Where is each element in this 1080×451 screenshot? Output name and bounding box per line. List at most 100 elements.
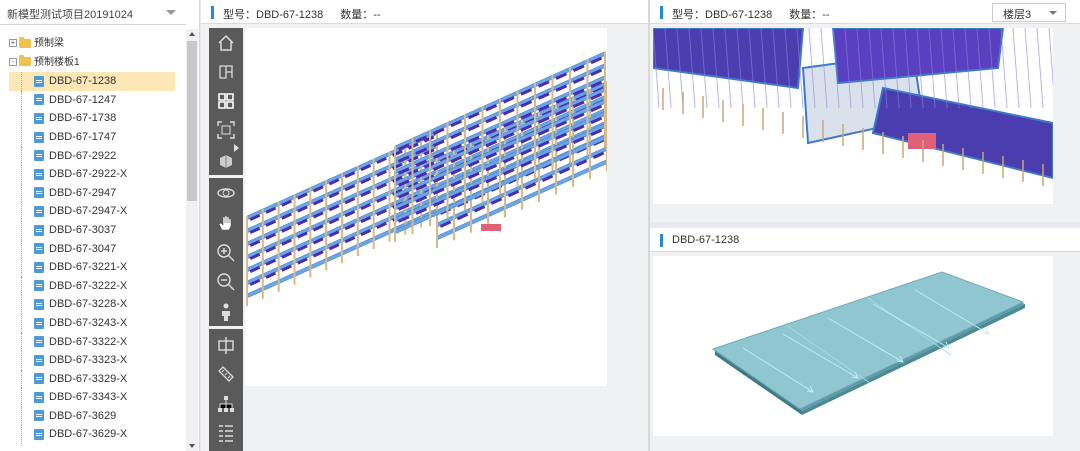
tree-item-label: DBD-67-3222-X — [49, 279, 128, 292]
scrollbar-thumb[interactable] — [187, 41, 197, 201]
tree-item-label: DBD-67-2947-X — [49, 205, 128, 218]
project-select[interactable]: 新模型测试项目20191024 — [0, 0, 186, 25]
tree-item-label: DBD-67-3228-X — [49, 298, 128, 311]
cube-views-icon[interactable] — [215, 149, 237, 171]
folder-icon — [19, 36, 31, 48]
tree-item[interactable]: DBD-67-3343-X — [0, 388, 184, 407]
tree-item[interactable]: DBD-67-3629-X — [0, 425, 184, 445]
tree-item[interactable]: DBD-67-1247 — [0, 90, 184, 110]
document-icon — [34, 354, 44, 366]
scroll-up-icon[interactable] — [189, 32, 195, 36]
3d-model-canvas[interactable] — [245, 28, 608, 386]
tree-item-label: DBD-67-1738 — [49, 112, 117, 125]
tree-item-label: DBD-67-3329-X — [49, 372, 128, 385]
document-icon — [34, 94, 44, 106]
floor-select-value: 楼层3 — [1003, 9, 1032, 21]
document-icon — [34, 168, 44, 180]
document-icon — [34, 280, 44, 292]
model-label: 型号：DBD-67-1238 — [223, 9, 324, 21]
tree-item-label: DBD-67-1238 — [49, 75, 117, 88]
header-accent-bar — [660, 234, 663, 247]
tree-item-label: DBD-67-2947 — [49, 186, 117, 199]
tree-item[interactable]: DBD-67-3322-X — [0, 332, 184, 352]
tree-item[interactable]: DBD-67-3243-X — [0, 313, 184, 333]
component-tree: + 预制梁 - 预制楼板1 DBD-67-1238 DBD-67-1247 DBD-67… — [0, 35, 184, 445]
tree-item[interactable]: DBD-67-3323-X — [0, 351, 184, 370]
floor-plan-canvas[interactable] — [653, 28, 1053, 204]
home-icon[interactable] — [215, 32, 237, 54]
document-icon — [34, 410, 44, 422]
document-icon — [34, 187, 44, 199]
model-tree-icon[interactable] — [215, 393, 237, 415]
header-accent-bar — [660, 6, 663, 19]
tree-item-label: DBD-67-1747 — [49, 130, 117, 143]
document-icon — [34, 391, 44, 403]
tree-item[interactable]: DBD-67-3329-X — [0, 369, 184, 389]
tree-item-label: DBD-67-2922-X — [49, 168, 128, 181]
model-label: 型号：DBD-67-1238 — [672, 9, 773, 21]
tree-item-label: DBD-67-3323-X — [49, 354, 128, 367]
tree-item[interactable]: DBD-67-3037 — [0, 220, 184, 240]
tree-item-label: DBD-67-3221-X — [49, 261, 128, 274]
document-icon — [34, 112, 44, 124]
document-icon — [34, 224, 44, 236]
tree-item[interactable]: DBD-67-1238 — [9, 72, 175, 91]
tree-group-beams[interactable]: + 预制梁 — [0, 35, 184, 54]
count-label: 数量：-- — [340, 9, 381, 21]
viewer-toolbar — [209, 28, 243, 451]
document-icon — [34, 131, 44, 143]
view-front-icon[interactable] — [215, 61, 237, 83]
tree-group-label: 预制楼板1 — [34, 56, 80, 68]
document-icon — [34, 75, 44, 87]
tree-item[interactable]: DBD-67-1747 — [0, 127, 184, 147]
tree-item[interactable]: DBD-67-3228-X — [0, 295, 184, 314]
tree-item[interactable]: DBD-67-1738 — [0, 109, 184, 128]
floor-select[interactable]: 楼层3 — [992, 3, 1066, 22]
document-icon — [34, 429, 44, 441]
project-select-value: 新模型测试项目20191024 — [7, 9, 133, 21]
zoom-in-icon[interactable] — [215, 242, 237, 264]
walk-person-icon[interactable] — [215, 301, 237, 323]
document-icon — [34, 373, 44, 385]
viewer-header: 型号：DBD-67-1238 数量：-- — [201, 0, 648, 24]
section-icon[interactable] — [215, 334, 237, 356]
detail-title: DBD-67-1238 — [672, 234, 740, 246]
properties-list-icon[interactable] — [215, 422, 237, 444]
document-icon — [34, 150, 44, 162]
tree-group-slabs[interactable]: - 预制楼板1 — [0, 54, 184, 73]
orbit-icon[interactable] — [215, 182, 237, 204]
fit-view-icon[interactable] — [215, 119, 237, 141]
component-detail-panel: DBD-67-1238 — [650, 228, 1080, 451]
document-icon — [34, 336, 44, 348]
tree-item[interactable]: DBD-67-2947-X — [0, 202, 184, 221]
floor-plan-header: 型号：DBD-67-1238 数量：-- 楼层3 — [650, 0, 1080, 24]
document-icon — [34, 298, 44, 310]
collapse-icon[interactable]: - — [9, 57, 17, 66]
tree-item[interactable]: DBD-67-2922-X — [0, 165, 184, 184]
tree-item[interactable]: DBD-67-2947 — [0, 183, 184, 203]
tree-item-label: DBD-67-3629-X — [49, 428, 128, 441]
tree-item[interactable]: DBD-67-2922 — [0, 146, 184, 166]
floor-plan-model — [653, 28, 1053, 186]
zoom-out-icon[interactable] — [215, 271, 237, 293]
tree-item[interactable]: DBD-67-3222-X — [0, 276, 184, 296]
expand-icon[interactable]: + — [9, 39, 17, 48]
tree-scrollbar[interactable] — [186, 29, 198, 451]
tree-item[interactable]: DBD-67-3629 — [0, 406, 184, 426]
tree-item-label: DBD-67-2922 — [49, 149, 117, 162]
slab-3d-model — [711, 271, 1025, 415]
folder-icon — [19, 55, 31, 67]
scroll-down-icon[interactable] — [189, 444, 195, 448]
tree-item[interactable]: DBD-67-3221-X — [0, 258, 184, 277]
tree-group-label: 预制梁 — [34, 38, 64, 49]
view-grid-icon[interactable] — [215, 90, 237, 112]
tree-item-label: DBD-67-1247 — [49, 93, 117, 106]
building-3d-model — [246, 51, 608, 306]
document-icon — [34, 261, 44, 273]
measure-ruler-icon[interactable] — [215, 363, 237, 385]
tree-item-label: DBD-67-3047 — [49, 242, 117, 255]
pan-hand-icon[interactable] — [215, 212, 237, 234]
tree-item-label: DBD-67-3243-X — [49, 316, 128, 329]
component-canvas[interactable] — [653, 256, 1053, 436]
tree-item[interactable]: DBD-67-3047 — [0, 239, 184, 259]
